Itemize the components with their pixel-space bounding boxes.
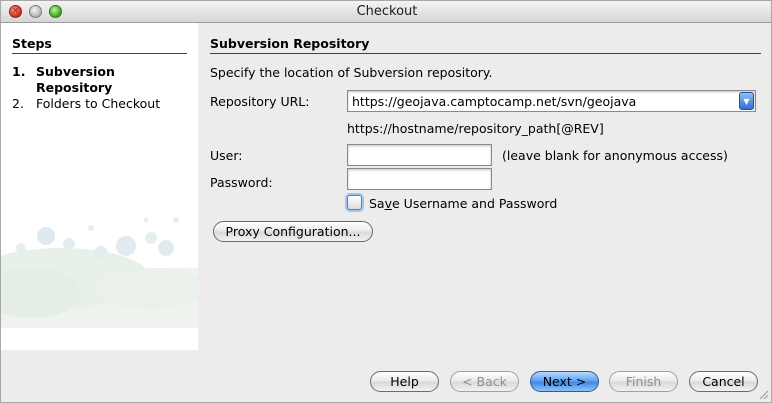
user-label: User: <box>210 148 243 163</box>
steps-panel: Steps 1. Subversion Repository 2. Folders … <box>1 23 198 350</box>
chevron-down-icon[interactable]: ▼ <box>739 92 754 110</box>
repository-url-label: Repository URL: <box>210 94 310 109</box>
step-label: Folders to Checkout <box>36 96 161 111</box>
repository-url-combobox[interactable]: https://geojava.camptocamp.net/svn/geoja… <box>347 90 756 112</box>
step-item-folders-to-checkout: 2. Folders to Checkout <box>12 96 186 112</box>
cancel-button[interactable]: Cancel <box>689 371 758 392</box>
bubbles-decoration <box>1 217 198 328</box>
resize-grip-icon[interactable] <box>757 388 769 400</box>
user-hint: (leave blank for anonymous access) <box>502 148 728 163</box>
step-number: 1. <box>12 64 26 79</box>
step-number: 2. <box>12 96 24 111</box>
help-button[interactable]: Help <box>370 371 439 392</box>
password-label: Password: <box>210 175 273 190</box>
save-label-pre: Sa <box>369 196 385 211</box>
save-credentials-label[interactable]: Save Username and Password <box>369 196 557 211</box>
repository-url-value[interactable]: https://geojava.camptocamp.net/svn/geoja… <box>352 94 636 109</box>
page-title: Subversion Repository <box>210 36 761 54</box>
title-bar[interactable]: × Checkout <box>1 1 771 23</box>
save-label-mnemonic: v <box>384 196 393 211</box>
back-button[interactable]: < Back <box>450 371 519 392</box>
repository-url-hint: https://hostname/repository_path[@REV] <box>347 121 604 136</box>
password-field[interactable] <box>347 168 492 190</box>
step-label: Subversion Repository <box>36 64 115 95</box>
description-text: Specify the location of Subversion repos… <box>210 65 493 80</box>
save-label-post: e Username and Password <box>392 196 558 211</box>
user-field[interactable] <box>347 144 492 166</box>
next-button[interactable]: Next > <box>530 371 599 392</box>
steps-heading: Steps <box>12 36 187 54</box>
finish-button[interactable]: Finish <box>609 371 678 392</box>
step-item-subversion-repository: 1. Subversion Repository <box>12 64 186 96</box>
window-title: Checkout <box>356 4 418 19</box>
checkout-dialog: × Checkout Steps 1. Subversion Repository… <box>0 0 772 403</box>
save-credentials-checkbox[interactable] <box>347 195 362 210</box>
proxy-configuration-button[interactable]: Proxy Configuration... <box>213 221 373 242</box>
